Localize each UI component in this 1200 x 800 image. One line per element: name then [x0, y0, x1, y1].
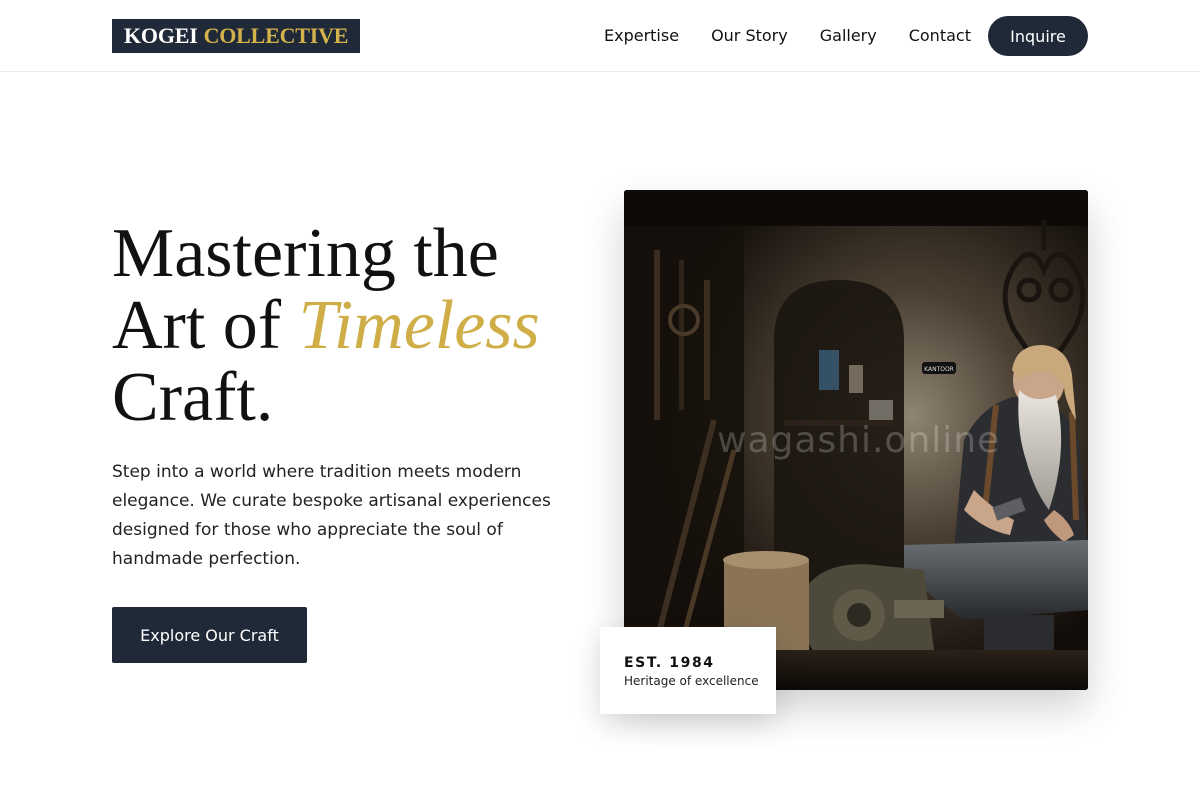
- badge-subtitle: Heritage of excellence: [624, 674, 759, 688]
- brand-logo[interactable]: KOGEI COLLECTIVE: [112, 19, 361, 53]
- hero-headline: Mastering the Art of Timeless Craft.: [112, 218, 582, 434]
- headline-accent-word: Timeless: [298, 287, 540, 364]
- brand-name-accent: COLLECTIVE: [203, 23, 349, 48]
- main-nav: Expertise Our Story Gallery Contact: [604, 0, 971, 71]
- headline-line-1: Mastering the: [112, 215, 499, 292]
- site-header: KOGEI COLLECTIVE Expertise Our Story Gal…: [0, 0, 1200, 72]
- nav-link-our-story[interactable]: Our Story: [711, 26, 788, 45]
- nav-link-gallery[interactable]: Gallery: [820, 26, 877, 45]
- nav-link-contact[interactable]: Contact: [909, 26, 971, 45]
- hero-photo-blacksmith: KANTOOR: [624, 190, 1088, 690]
- headline-line-3: Craft.: [112, 359, 274, 436]
- headline-line-2-prefix: Art of: [112, 287, 299, 364]
- workshop-sign-text: KANTOOR: [924, 366, 954, 373]
- established-badge: EST. 1984 Heritage of excellence: [600, 627, 776, 714]
- inquire-button[interactable]: Inquire: [988, 16, 1088, 56]
- workshop-illustration: KANTOOR: [624, 190, 1088, 690]
- nav-link-expertise[interactable]: Expertise: [604, 26, 679, 45]
- explore-craft-button[interactable]: Explore Our Craft: [112, 607, 307, 663]
- hero-description: Step into a world where tradition meets …: [112, 462, 551, 569]
- brand-name-primary: KOGEI: [124, 23, 198, 48]
- badge-title: EST. 1984: [624, 655, 715, 671]
